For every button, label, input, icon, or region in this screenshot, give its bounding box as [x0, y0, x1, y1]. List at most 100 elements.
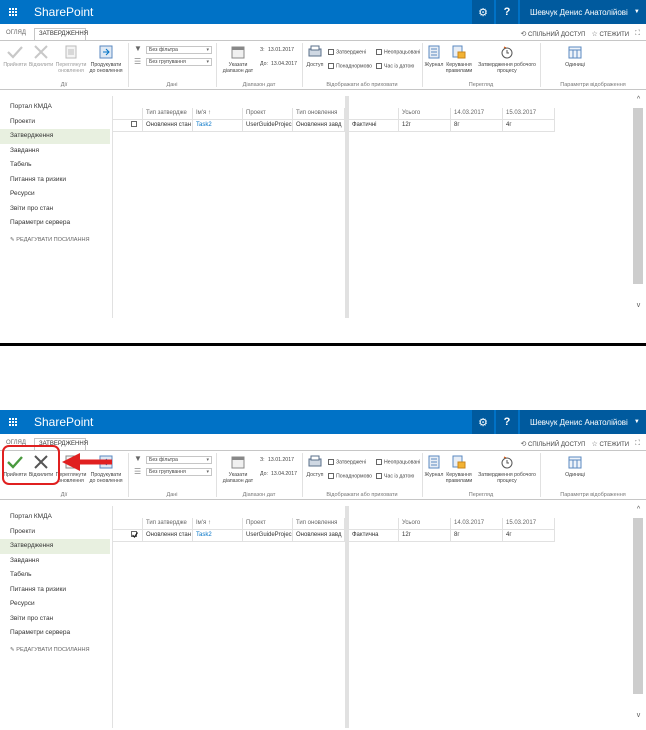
settings-gear-icon[interactable]: ⚙ — [472, 410, 494, 434]
history-log-button[interactable]: Журнал — [424, 43, 444, 68]
column-header[interactable]: Усього — [399, 518, 451, 530]
column-header[interactable]: Ім'я ↑ — [193, 108, 243, 120]
filter-dropdown[interactable]: Без фільтра ▾ — [146, 46, 212, 54]
approved-checkbox[interactable]: Затверджені — [328, 459, 366, 465]
approve-workflow-button[interactable]: Затвердження робочого процесу — [474, 43, 540, 74]
user-menu[interactable]: Шевчук Денис Анатолійові ▼ — [520, 410, 646, 434]
column-header[interactable]: 15.03.2017 — [503, 518, 555, 530]
tab-approvals[interactable]: ЗАТВЕРДЖЕННЯ — [34, 28, 88, 40]
follow-button[interactable]: ☆ СТЕЖИТИ — [592, 30, 630, 38]
nav-item-timesheet[interactable]: Табель — [10, 568, 110, 583]
nav-item-approvals[interactable]: Затвердження — [0, 129, 110, 144]
app-launcher-icon[interactable] — [0, 410, 26, 434]
scroll-thumb[interactable] — [633, 108, 643, 284]
row-select-checkbox[interactable] — [113, 120, 143, 132]
overtime-checkbox[interactable]: Понаднормово — [328, 473, 372, 479]
help-icon[interactable]: ? — [496, 410, 518, 434]
nav-item-issues-risks[interactable]: Питання та ризики — [10, 173, 110, 188]
grouping-dropdown[interactable]: Без групування ▾ — [146, 58, 212, 66]
edit-links-button[interactable]: ✎ РЕДАГУВАТИ ПОСИЛАННЯ — [10, 237, 110, 243]
unapproved-checkbox[interactable]: Неопрацьовані — [376, 459, 420, 465]
focus-icon[interactable]: ⛶ — [635, 30, 640, 38]
history-button[interactable]: Продукувати до оновлення — [88, 43, 124, 74]
chevron-up-icon[interactable]: ^ — [634, 96, 643, 104]
nav-item-projects[interactable]: Проекти — [10, 115, 110, 130]
rules-button[interactable]: Керування правилами — [444, 43, 474, 74]
scroll-thumb[interactable] — [633, 518, 643, 694]
nav-item-issues-risks[interactable]: Питання та ризики — [10, 583, 110, 598]
chevron-down-icon[interactable]: v — [634, 712, 643, 720]
set-date-range-button[interactable]: Указати діапазон дат — [218, 453, 258, 484]
user-menu[interactable]: Шевчук Денис Анатолійові ▼ — [520, 0, 646, 24]
filter-dropdown[interactable]: Без фільтра ▾ — [146, 456, 212, 464]
help-icon[interactable]: ? — [496, 0, 518, 24]
column-header[interactable]: 14.03.2017 — [451, 518, 503, 530]
nav-item-status-reports[interactable]: Звіти про стан — [10, 612, 110, 627]
grouping-dropdown[interactable]: Без групування ▾ — [146, 468, 212, 476]
task-link[interactable]: Task2 — [193, 530, 243, 542]
column-header[interactable]: Ім'я ↑ — [193, 518, 243, 530]
chevron-down-icon[interactable]: v — [634, 302, 643, 310]
access-button[interactable]: Доступ — [304, 43, 326, 68]
approved-checkbox[interactable]: Затверджені — [328, 49, 366, 55]
column-header[interactable]: Тип оновлення — [293, 108, 345, 120]
overtime-checkbox[interactable]: Понаднормово — [328, 63, 372, 69]
column-header[interactable]: 14.03.2017 — [451, 108, 503, 120]
access-button[interactable]: Доступ — [304, 453, 326, 478]
date-from-value[interactable]: 13.01.2017 — [268, 457, 294, 463]
share-button[interactable]: ⟲ СПІЛЬНИЙ ДОСТУП — [520, 440, 585, 448]
group-actions-label: Дії — [60, 492, 68, 498]
task-link[interactable]: Task2 — [193, 120, 243, 132]
unapproved-checkbox[interactable]: Неопрацьовані — [376, 49, 420, 55]
follow-button[interactable]: ☆ СТЕЖИТИ — [592, 440, 630, 448]
time-with-date-checkbox[interactable]: Час із датою — [376, 473, 414, 479]
history-log-button[interactable]: Журнал — [424, 453, 444, 478]
nav-item-portal[interactable]: Портал КМДА — [10, 100, 110, 115]
accept-button[interactable]: Прийняти — [3, 43, 27, 68]
nav-item-timesheet[interactable]: Табель — [10, 158, 110, 173]
vertical-scrollbar[interactable]: ^ v — [632, 506, 644, 728]
nav-item-portal[interactable]: Портал КМДА — [10, 510, 110, 525]
time-with-date-checkbox[interactable]: Час із датою — [376, 63, 414, 69]
set-date-range-button[interactable]: Указати діапазон дат — [218, 43, 258, 74]
date-from-value[interactable]: 13.01.2017 — [268, 47, 294, 53]
column-header[interactable]: Тип затвердже — [143, 108, 193, 120]
column-header[interactable]: Проект — [243, 518, 293, 530]
date-to-value[interactable]: 13.04.2017 — [271, 471, 297, 477]
edit-links-button[interactable]: ✎ РЕДАГУВАТИ ПОСИЛАННЯ — [10, 647, 110, 653]
column-header[interactable]: Тип затвердже — [143, 518, 193, 530]
column-header[interactable]: Проект — [243, 108, 293, 120]
column-header[interactable]: 15.03.2017 — [503, 108, 555, 120]
chevron-up-icon[interactable]: ^ — [634, 506, 643, 514]
journal-icon — [428, 43, 440, 61]
nav-item-resources[interactable]: Ресурси — [10, 597, 110, 612]
preview-button[interactable]: Переглянути оновлення — [56, 43, 86, 74]
reject-button[interactable]: Відхилити — [28, 43, 54, 68]
date-to-value[interactable]: 13.04.2017 — [271, 61, 297, 67]
preview-label: Переглянути оновлення — [55, 472, 87, 484]
settings-gear-icon[interactable]: ⚙ — [472, 0, 494, 24]
units-button[interactable]: Одиниці — [560, 453, 590, 478]
nav-item-tasks[interactable]: Завдання — [10, 554, 110, 569]
vertical-scrollbar[interactable]: ^ v — [632, 96, 644, 318]
rules-button[interactable]: Керування правилами — [444, 453, 474, 484]
approve-workflow-button[interactable]: Затвердження робочого процесу — [474, 453, 540, 484]
highlight-box — [2, 445, 60, 485]
nav-item-server-settings[interactable]: Параметри сервера — [10, 216, 110, 231]
nav-item-resources[interactable]: Ресурси — [10, 187, 110, 202]
app-launcher-icon[interactable] — [0, 0, 26, 24]
column-header[interactable]: Усього — [399, 108, 451, 120]
nav-item-server-settings[interactable]: Параметри сервера — [10, 626, 110, 641]
nav-item-status-reports[interactable]: Звіти про стан — [10, 202, 110, 217]
focus-icon[interactable]: ⛶ — [635, 440, 640, 448]
nav-item-tasks[interactable]: Завдання — [10, 144, 110, 159]
units-button[interactable]: Одиниці — [560, 43, 590, 68]
column-header[interactable]: Тип оновлення — [293, 518, 345, 530]
nav-item-projects[interactable]: Проекти — [10, 525, 110, 540]
row-select-checkbox[interactable] — [113, 530, 143, 542]
nav-item-approvals[interactable]: Затвердження — [0, 539, 110, 554]
share-button[interactable]: ⟲ СПІЛЬНИЙ ДОСТУП — [520, 30, 585, 38]
group-range-label: Діапазон дат — [242, 492, 276, 498]
tab-overview[interactable]: ОГЛЯД — [2, 28, 32, 40]
share-icon: ⟲ — [520, 31, 527, 38]
